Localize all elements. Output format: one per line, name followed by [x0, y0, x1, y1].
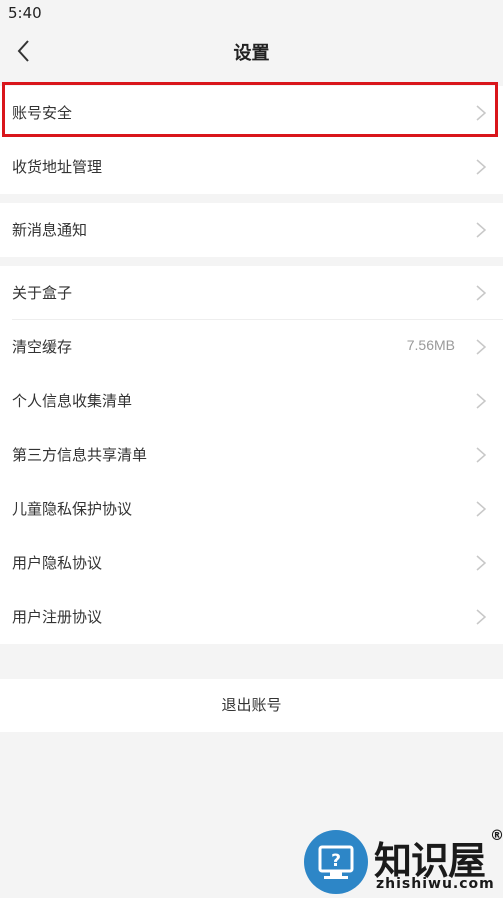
settings-item-label: 用户注册协议	[12, 608, 103, 626]
settings-group-account: 账号安全 收货地址管理	[0, 86, 503, 194]
settings-item-personal-info-list[interactable]: 个人信息收集清单	[0, 374, 503, 428]
settings-item-label: 清空缓存	[12, 338, 73, 356]
settings-item-label: 关于盒子	[12, 284, 73, 302]
chevron-right-icon	[476, 339, 487, 355]
page-title: 设置	[233, 43, 270, 64]
chevron-right-icon	[476, 447, 487, 463]
settings-group-about: 关于盒子 清空缓存 7.56MB 个人信息收集清单 第三方信息共享清单 儿童隐私…	[0, 266, 503, 644]
logout-label: 退出账号	[221, 696, 282, 714]
chevron-right-icon	[476, 609, 487, 625]
settings-item-label: 儿童隐私保护协议	[12, 500, 133, 518]
chevron-right-icon	[476, 222, 487, 238]
watermark-domain: zhishiwu.com	[376, 876, 495, 892]
settings-item-about[interactable]: 关于盒子	[0, 266, 503, 320]
settings-item-label: 个人信息收集清单	[12, 392, 133, 410]
settings-item-label: 新消息通知	[12, 221, 88, 239]
cache-size-value: 7.56MB	[406, 337, 455, 353]
settings-item-account-security[interactable]: 账号安全	[0, 86, 503, 140]
settings-item-child-privacy[interactable]: 儿童隐私保护协议	[0, 482, 503, 536]
watermark-circle: ?	[304, 830, 368, 894]
settings-item-label: 用户隐私协议	[12, 554, 103, 572]
chevron-right-icon	[476, 159, 487, 175]
chevron-right-icon	[476, 501, 487, 517]
settings-item-third-party-list[interactable]: 第三方信息共享清单	[0, 428, 503, 482]
settings-item-notifications[interactable]: 新消息通知	[0, 203, 503, 257]
settings-item-user-privacy[interactable]: 用户隐私协议	[0, 536, 503, 590]
monitor-question-icon: ?	[318, 845, 354, 879]
settings-item-address[interactable]: 收货地址管理	[0, 140, 503, 194]
chevron-right-icon	[476, 105, 487, 121]
chevron-right-icon	[476, 285, 487, 301]
settings-item-clear-cache[interactable]: 清空缓存 7.56MB	[0, 320, 503, 374]
chevron-right-icon	[476, 393, 487, 409]
settings-item-label: 收货地址管理	[12, 158, 103, 176]
status-bar: 5:40	[0, 0, 503, 26]
settings-item-label: 账号安全	[12, 104, 73, 122]
svg-text:?: ?	[331, 851, 341, 871]
settings-group-notify: 新消息通知	[0, 203, 503, 257]
settings-item-label: 第三方信息共享清单	[12, 446, 148, 464]
chevron-right-icon	[476, 555, 487, 571]
settings-item-user-agreement[interactable]: 用户注册协议	[0, 590, 503, 644]
watermark-logo: ? 知识屋 ® zhishiwu.com	[304, 826, 503, 897]
logout-button[interactable]: 退出账号	[0, 679, 503, 732]
watermark-registered: ®	[490, 828, 503, 844]
status-time: 5:40	[8, 4, 42, 22]
nav-bar: 设置	[0, 26, 503, 78]
